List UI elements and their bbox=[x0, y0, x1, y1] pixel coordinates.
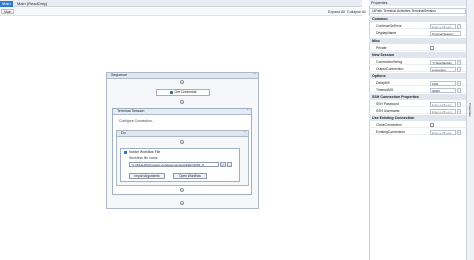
workflow-file-name-input[interactable]: "C:\\FILE-DFZ\\.auto\\.vru\\documents\\U… bbox=[129, 162, 219, 167]
ssh-password-input[interactable]: Enter a VB expr bbox=[430, 102, 456, 107]
property-name: OutputConnection bbox=[376, 67, 404, 71]
section-misc[interactable]: Misc bbox=[369, 38, 466, 44]
output-connection-input[interactable]: connection bbox=[430, 67, 456, 72]
open-workflow-button[interactable]: Open Workflow bbox=[173, 173, 207, 179]
private-checkbox[interactable] bbox=[430, 46, 434, 50]
workflow-file-name-label: Workflow file name bbox=[129, 156, 158, 160]
collapse-terminal-session-icon[interactable]: ⌃ bbox=[246, 108, 249, 113]
collapse-do-icon[interactable]: ⌃ bbox=[243, 130, 246, 135]
invoke-workflow-title: Invoke Workflow File bbox=[129, 150, 161, 154]
property-name: SSH Password bbox=[376, 102, 399, 106]
ellipsis-button[interactable]: … bbox=[457, 109, 461, 114]
sequence-header: Sequence bbox=[107, 73, 258, 79]
ellipsis-button[interactable]: … bbox=[457, 130, 461, 135]
property-name: CloseConnection bbox=[376, 123, 402, 127]
do-title: Do bbox=[121, 131, 126, 135]
activity-class-name: UiPath.Terminal.Activities.TerminalSessi… bbox=[369, 8, 466, 14]
ellipsis-button[interactable]: … bbox=[457, 60, 461, 65]
breadcrumb[interactable]: Main bbox=[1, 9, 15, 14]
collapse-sequence-icon[interactable]: ⌃ bbox=[253, 72, 256, 77]
ellipsis-button[interactable]: … bbox=[457, 81, 461, 86]
display-name-input[interactable]: Terminal Session bbox=[430, 31, 461, 36]
property-name: Private bbox=[376, 46, 387, 50]
tab-main[interactable]: Main bbox=[0, 1, 13, 7]
sequence-title: Sequence bbox=[111, 73, 128, 77]
get-credential-label: Get Credential bbox=[174, 90, 197, 94]
existing-connection-input[interactable]: Enter a VB expr bbox=[430, 130, 456, 135]
ellipsis-button[interactable]: … bbox=[457, 88, 461, 93]
property-name: TimeoutMS bbox=[376, 88, 394, 92]
properties-title: Properties bbox=[369, 0, 466, 6]
property-name: ContinueOnError bbox=[376, 24, 402, 28]
more-options-icon[interactable]: … bbox=[227, 162, 232, 167]
property-name: DisplayName bbox=[376, 31, 397, 35]
document-tab-bar bbox=[0, 0, 362, 7]
add-activity-plus-icon[interactable]: + bbox=[180, 140, 184, 144]
continue-on-error-input[interactable]: Enter a VB expr bbox=[430, 24, 456, 29]
section-use-existing-connection[interactable]: Use Existing Connection bbox=[369, 115, 466, 121]
property-name: SSH Username bbox=[376, 109, 400, 113]
invoke-workflow-icon bbox=[124, 151, 127, 154]
collapse-all-button[interactable]: Collapse All bbox=[347, 10, 366, 14]
add-activity-plus-icon[interactable]: + bbox=[180, 80, 184, 84]
expand-all-button[interactable]: Expand All bbox=[328, 10, 345, 14]
connection-string-input[interactable]: "{\"AttachExistin bbox=[430, 60, 456, 65]
get-credential-activity[interactable]: Get Credential bbox=[156, 89, 210, 96]
credential-icon bbox=[169, 90, 173, 94]
property-name: ConnectionString bbox=[376, 60, 403, 64]
ellipsis-button[interactable]: … bbox=[457, 24, 461, 29]
add-activity-plus-icon[interactable]: + bbox=[180, 100, 184, 104]
ellipsis-button[interactable]: … bbox=[457, 67, 461, 72]
do-header: Do bbox=[117, 131, 248, 137]
section-options[interactable]: Options bbox=[369, 73, 466, 79]
right-dock-strip bbox=[466, 0, 474, 260]
ellipsis-button[interactable]: … bbox=[457, 102, 461, 107]
delay-ms-input[interactable]: 1000 bbox=[430, 81, 456, 86]
add-activity-plus-icon[interactable]: + bbox=[180, 201, 184, 205]
terminal-session-title: Terminal Session bbox=[117, 109, 145, 113]
property-name: ExistingConnection bbox=[376, 130, 406, 134]
property-name: DelayMS bbox=[376, 81, 390, 85]
section-common[interactable]: Common bbox=[369, 16, 466, 22]
timeout-ms-input[interactable]: 30000 bbox=[430, 88, 456, 93]
configure-connection-link[interactable]: Configure Connection... bbox=[119, 119, 155, 123]
tab-main-readonly[interactable]: Main (ReadOnly) bbox=[15, 1, 49, 7]
add-activity-plus-icon[interactable]: + bbox=[180, 188, 184, 192]
section-new-session[interactable]: New Session bbox=[369, 52, 466, 58]
close-connection-checkbox[interactable] bbox=[430, 123, 434, 127]
properties-dock-tab[interactable]: Properties bbox=[468, 103, 472, 117]
import-arguments-button[interactable]: Import Arguments bbox=[129, 173, 165, 179]
section-ssh-connection[interactable]: SSH Connection Properties bbox=[369, 94, 466, 100]
ssh-username-input[interactable]: Enter a VB expr bbox=[430, 109, 456, 114]
browse-folder-icon[interactable]: ▭ bbox=[220, 162, 226, 167]
terminal-session-header: Terminal Session bbox=[113, 109, 251, 115]
designer-toolbar bbox=[0, 8, 362, 16]
